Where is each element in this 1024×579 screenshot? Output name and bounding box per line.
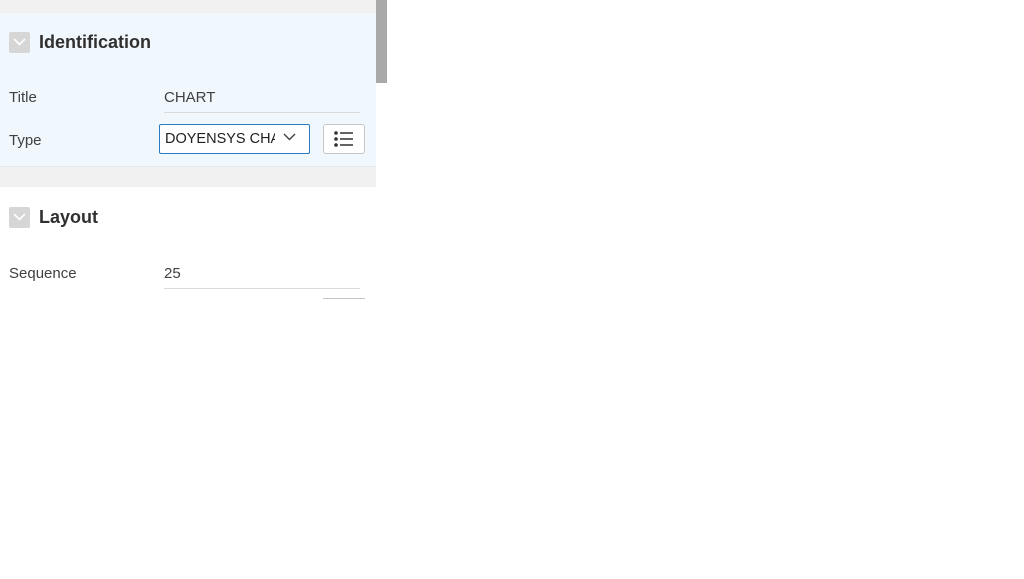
type-list-button[interactable] [323, 124, 365, 154]
sequence-field-input[interactable]: 25 [164, 265, 360, 289]
property-editor-panel: Identification Title CHART Type Layout S… [0, 0, 376, 300]
type-select-value: DOYENSYS CHART [165, 131, 275, 147]
partial-button-edge [323, 298, 365, 300]
title-field-input[interactable]: CHART [164, 89, 360, 113]
top-divider [0, 0, 376, 13]
identification-section-header[interactable]: Identification [9, 31, 151, 53]
layout-collapse-toggle[interactable] [9, 206, 30, 228]
chevron-down-icon [283, 133, 296, 141]
title-field-label: Title [9, 89, 37, 106]
identification-collapse-toggle[interactable] [9, 31, 30, 53]
layout-section-title: Layout [39, 206, 99, 227]
chevron-down-icon [13, 213, 26, 221]
chevron-down-icon [13, 38, 26, 46]
layout-section-header[interactable]: Layout [9, 206, 98, 228]
type-select[interactable]: DOYENSYS CHART [159, 124, 310, 154]
sequence-field-label: Sequence [9, 265, 77, 282]
layout-section: Layout Sequence 25 [0, 187, 376, 300]
identification-section-title: Identification [39, 31, 151, 52]
list-icon [334, 131, 353, 147]
section-gap [0, 167, 376, 187]
type-field-label: Type [9, 132, 42, 149]
scrollbar-thumb[interactable] [376, 0, 387, 83]
